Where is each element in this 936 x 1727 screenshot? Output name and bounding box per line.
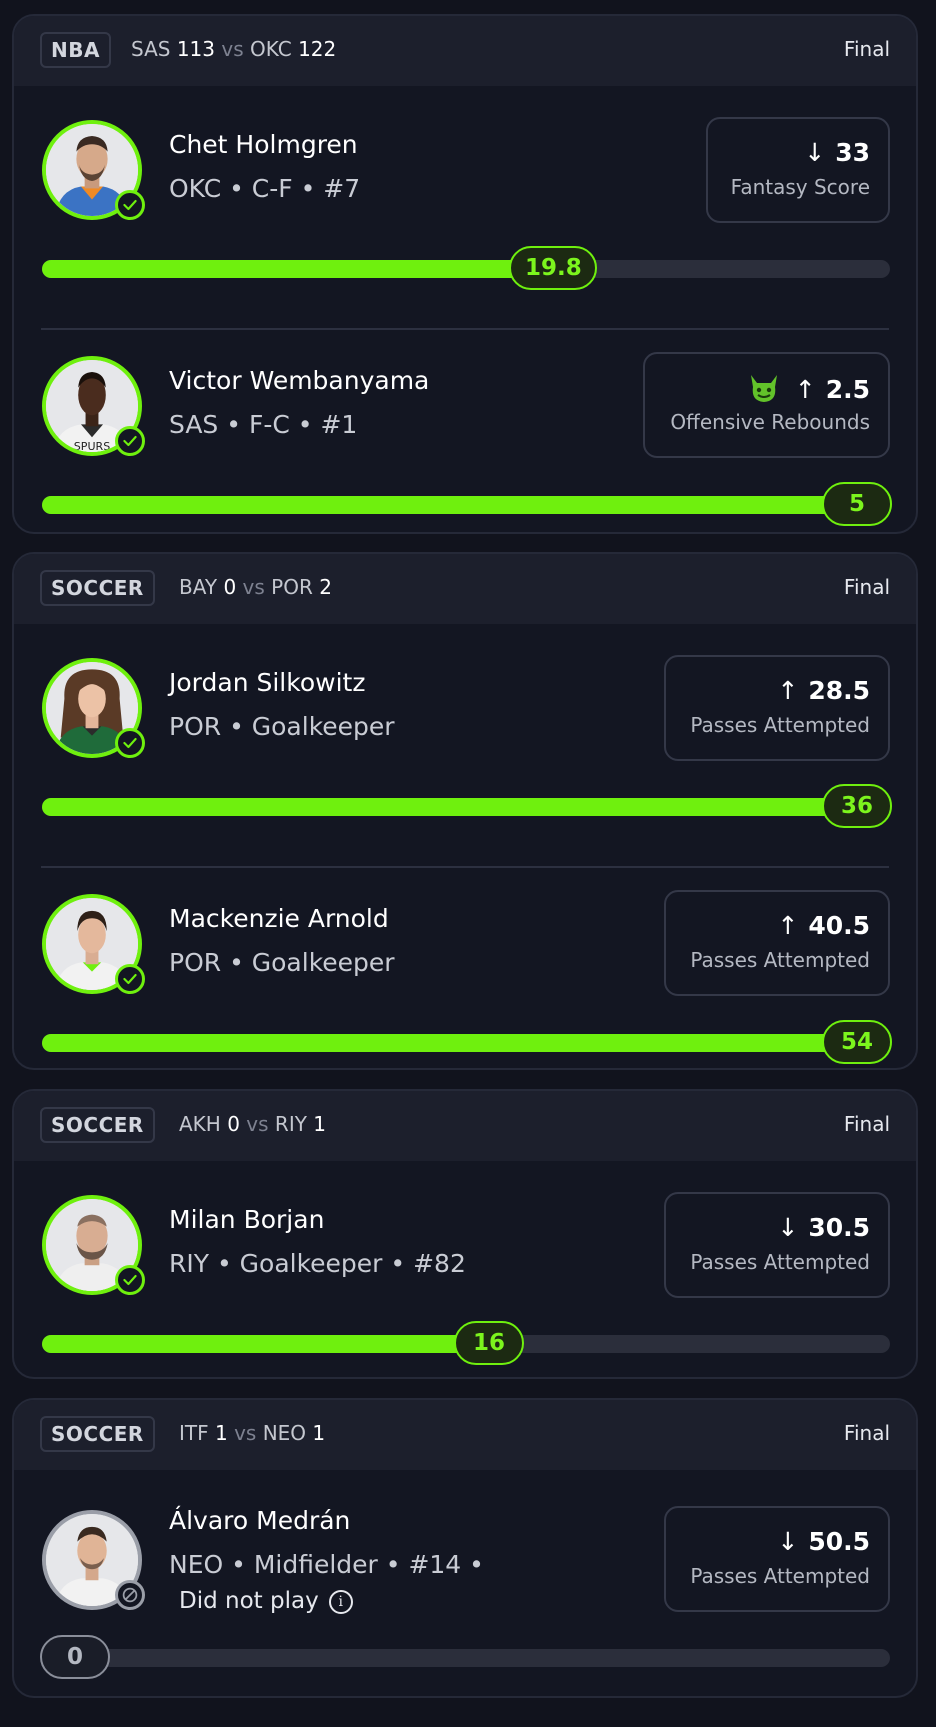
did-not-play-label: Did not play i (179, 1588, 353, 1614)
game-score: AKH 0 vs RIY 1 (179, 1112, 327, 1136)
stat-label: Offensive Rebounds (670, 410, 870, 434)
league-badge: NBA (40, 32, 111, 68)
player-meta: OKC • C-F • #7 (169, 174, 361, 203)
divider (41, 328, 889, 330)
progress-fill (42, 496, 890, 514)
game-status: Final (843, 575, 890, 599)
player-meta: POR • Goalkeeper (169, 712, 395, 741)
arrow-up-icon: ↑ (777, 911, 799, 940)
stat-label: Passes Attempted (690, 1564, 870, 1588)
divider (41, 866, 889, 868)
player-name: Álvaro Medrán (169, 1506, 351, 1535)
progress-fill (42, 798, 890, 816)
stat-line-value: 50.5 (808, 1527, 870, 1556)
info-icon[interactable]: i (328, 1590, 353, 1614)
stat-line-box: ↓ 50.5 Passes Attempted (664, 1506, 890, 1612)
arrow-down-icon: ↓ (777, 1527, 799, 1556)
progress-track: 16 (42, 1321, 890, 1365)
league-badge: SOCCER (40, 570, 155, 606)
progress-fill (42, 1335, 492, 1353)
progress-track: 36 (42, 784, 892, 828)
arrow-up-icon: ↑ (777, 676, 799, 705)
league-badge: SOCCER (40, 1416, 155, 1452)
pick-row[interactable]: Chet Holmgren OKC • C-F • #7 ↓ 33 Fantasy… (14, 100, 916, 328)
result-pill: 5 (822, 482, 892, 526)
stat-line-box: ↑ 40.5 Passes Attempted (664, 890, 890, 996)
player-name: Milan Borjan (169, 1205, 325, 1234)
stat-label: Passes Attempted (690, 1250, 870, 1274)
result-pill: 36 (822, 784, 892, 828)
did-not-play-icon (115, 1580, 145, 1610)
game-status: Final (843, 37, 890, 61)
arrow-down-icon: ↓ (804, 138, 826, 167)
league-badge: SOCCER (40, 1107, 155, 1143)
stat-line-box: ↑ 28.5 Passes Attempted (664, 655, 890, 761)
progress-fill (42, 1034, 890, 1052)
check-icon (115, 1265, 145, 1295)
game-card[interactable]: SOCCER BAY 0 vs POR 2 Final Jordan Silko… (12, 552, 918, 1070)
arrow-down-icon: ↓ (777, 1213, 799, 1242)
arrow-up-icon: ↑ (794, 375, 816, 404)
game-header: SOCCER BAY 0 vs POR 2 Final (14, 554, 916, 624)
game-score: ITF 1 vs NEO 1 (179, 1421, 326, 1445)
result-pill: 16 (454, 1321, 524, 1365)
game-header: NBA SAS 113 vs OKC 122 Final (14, 16, 916, 86)
stat-label: Passes Attempted (690, 713, 870, 737)
result-pill: 19.8 (509, 246, 597, 290)
game-card[interactable]: SOCCER ITF 1 vs NEO 1 Final Álvaro Medrá… (12, 1398, 918, 1698)
game-status: Final (843, 1421, 890, 1445)
game-card[interactable]: NBA SAS 113 vs OKC 122 Final Chet Holmgr… (12, 14, 918, 534)
result-pill: 0 (40, 1635, 110, 1679)
player-name: Chet Holmgren (169, 130, 358, 159)
check-icon (115, 728, 145, 758)
pick-row[interactable]: SPURS Victor Wembanyama SAS • F-C • #1 ↑… (14, 328, 916, 532)
game-header: SOCCER ITF 1 vs NEO 1 Final (14, 1400, 916, 1470)
stat-line-box: ↓ 33 Fantasy Score (706, 117, 890, 223)
check-icon (115, 190, 145, 220)
progress-track: 19.8 (42, 246, 890, 290)
stat-line-value: 30.5 (808, 1213, 870, 1242)
player-name: Mackenzie Arnold (169, 904, 389, 933)
svg-text:SPURS: SPURS (74, 440, 110, 452)
stat-line-value: 33 (835, 138, 870, 167)
game-score: SAS 113 vs OKC 122 (131, 37, 337, 61)
progress-fill (42, 260, 551, 278)
player-meta: SAS • F-C • #1 (169, 410, 358, 439)
progress-track: 54 (42, 1020, 892, 1064)
pick-row[interactable]: Jordan Silkowitz POR • Goalkeeper ↑ 28.5 … (14, 638, 916, 866)
game-header: SOCCER AKH 0 vs RIY 1 Final (14, 1091, 916, 1161)
pick-row[interactable]: Álvaro Medrán NEO • Midfielder • #14 • D… (14, 1484, 916, 1696)
pick-row[interactable]: Mackenzie Arnold POR • Goalkeeper ↑ 40.5 … (14, 866, 916, 1068)
game-score: BAY 0 vs POR 2 (179, 575, 332, 599)
player-name: Victor Wembanyama (169, 366, 430, 395)
stat-line-box: ↑ 2.5 Offensive Rebounds (643, 352, 890, 458)
stat-label: Passes Attempted (690, 948, 870, 972)
pick-row[interactable]: Milan Borjan RIY • Goalkeeper • #82 ↓ 30.… (14, 1175, 916, 1377)
stat-line-value: 28.5 (808, 676, 870, 705)
check-icon (115, 964, 145, 994)
check-icon (115, 426, 145, 456)
stat-line-value: 40.5 (808, 911, 870, 940)
stat-label: Fantasy Score (730, 175, 870, 199)
game-card[interactable]: SOCCER AKH 0 vs RIY 1 Final Milan Borjan… (12, 1089, 918, 1379)
stat-line-box: ↓ 30.5 Passes Attempted (664, 1192, 890, 1298)
player-meta: RIY • Goalkeeper • #82 (169, 1249, 466, 1278)
progress-track: 5 (42, 482, 892, 526)
demon-icon (750, 375, 777, 402)
game-status: Final (843, 1112, 890, 1136)
player-meta: NEO • Midfielder • #14 • (169, 1550, 484, 1579)
player-meta: POR • Goalkeeper (169, 948, 395, 977)
result-pill: 54 (822, 1020, 892, 1064)
stat-line-value: 2.5 (825, 375, 870, 404)
player-name: Jordan Silkowitz (169, 668, 366, 697)
progress-track: 0 (40, 1635, 890, 1679)
